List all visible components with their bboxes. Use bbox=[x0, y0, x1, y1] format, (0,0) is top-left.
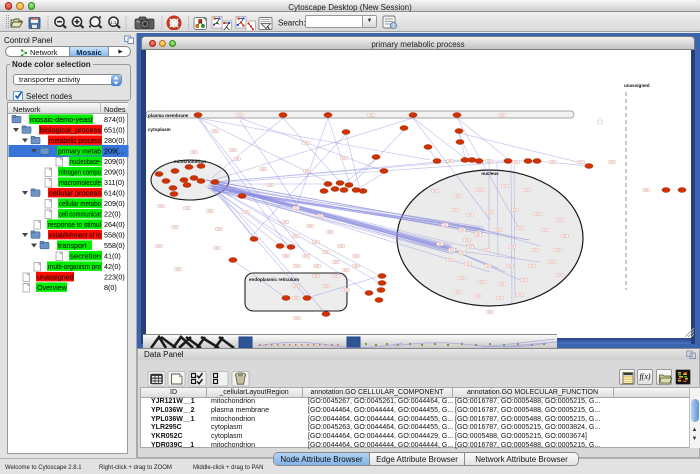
svg-text:secretion: secretion bbox=[70, 251, 101, 260]
svg-text:mitochondrion: mitochondrion bbox=[174, 159, 206, 164]
svg-text:Overview: Overview bbox=[37, 283, 68, 292]
svg-text:651(0): 651(0) bbox=[104, 125, 125, 134]
svg-text:cytoplasm: cytoplasm bbox=[148, 127, 171, 132]
svg-text:primary metab: primary metab bbox=[58, 146, 101, 155]
svg-text:cellular metabo: cellular metabo bbox=[59, 199, 101, 208]
svg-text:cell communicat: cell communicat bbox=[59, 209, 101, 218]
svg-text:558(0): 558(0) bbox=[104, 230, 125, 239]
svg-text:nitrogen compo: nitrogen compo bbox=[59, 167, 101, 176]
svg-text:cellular process: cellular process bbox=[49, 188, 101, 197]
svg-text:nucleus: nucleus bbox=[481, 171, 499, 176]
svg-text:mosaic-demo-yeast: mosaic-demo-yeast bbox=[30, 115, 93, 124]
svg-text:1:1: 1:1 bbox=[110, 20, 117, 25]
svg-text:metabolic process: metabolic process bbox=[49, 136, 101, 145]
svg-text:280(0): 280(0) bbox=[104, 136, 125, 145]
svg-text:response to stimul: response to stimul bbox=[48, 220, 101, 229]
svg-text:nucleobase-: nucleobase- bbox=[70, 157, 101, 166]
svg-text:209(0): 209(0) bbox=[104, 157, 125, 166]
svg-text:unassigned: unassigned bbox=[37, 272, 74, 281]
svg-text:209(...: 209(... bbox=[104, 146, 124, 155]
svg-text:41(0): 41(0) bbox=[104, 251, 121, 260]
svg-text:Search:: Search: bbox=[278, 19, 306, 28]
svg-text:558(0): 558(0) bbox=[104, 241, 125, 250]
svg-text:22(0): 22(0) bbox=[104, 209, 121, 218]
svg-text:macromolecule: macromolecule bbox=[59, 178, 101, 187]
svg-text:establishment of lo: establishment of lo bbox=[49, 230, 101, 239]
svg-text:311(0): 311(0) bbox=[104, 178, 124, 187]
svg-text:unassigned: unassigned bbox=[624, 83, 650, 88]
svg-text:223(0): 223(0) bbox=[104, 272, 125, 281]
svg-text:transport: transport bbox=[58, 241, 86, 250]
svg-text:endoplasmic reticulum: endoplasmic reticulum bbox=[249, 277, 299, 282]
svg-text:209(0): 209(0) bbox=[104, 199, 125, 208]
svg-text:plasma membrane: plasma membrane bbox=[148, 113, 189, 118]
svg-text:264(0): 264(0) bbox=[104, 220, 125, 229]
svg-text:8(0): 8(0) bbox=[104, 283, 117, 292]
svg-text:42(0): 42(0) bbox=[104, 262, 121, 271]
svg-text:209(0): 209(0) bbox=[104, 167, 125, 176]
svg-text:multi-organism pro: multi-organism pro bbox=[48, 262, 101, 271]
svg-text:874(0): 874(0) bbox=[104, 115, 125, 124]
svg-text:biological_process: biological_process bbox=[40, 125, 101, 134]
svg-text:614(0): 614(0) bbox=[104, 188, 125, 197]
